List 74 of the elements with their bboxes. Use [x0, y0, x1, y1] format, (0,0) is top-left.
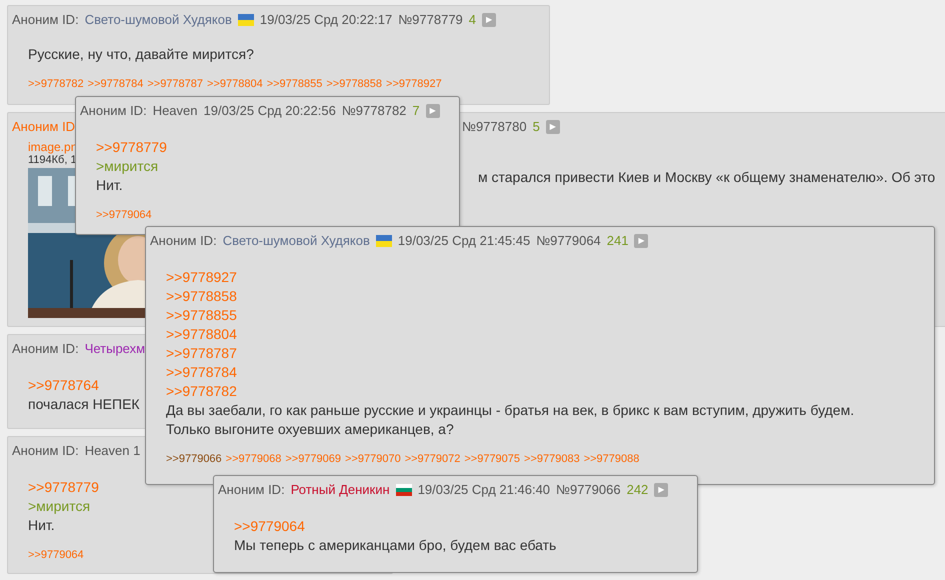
post-number[interactable]: №9778780: [462, 119, 527, 134]
backlink[interactable]: >>9779068: [226, 453, 282, 465]
quote-text: >мирится: [28, 497, 90, 516]
reply-link[interactable]: >>9779064: [234, 517, 305, 536]
poster-id: Аноним ID: [12, 119, 76, 134]
backlink[interactable]: >>9778855: [266, 78, 322, 90]
post-date: 19/03/25 Срд 20:22:56: [204, 103, 336, 118]
post-index: 5: [532, 119, 540, 134]
post-index: 4: [468, 12, 476, 27]
post-text: Только выгоните охуевших американцев, а?: [166, 420, 454, 439]
reply-link[interactable]: >>9778855: [166, 306, 237, 325]
backlink[interactable]: >>9779069: [285, 453, 342, 465]
author-label: Аноним ID:: [150, 233, 217, 248]
post-number[interactable]: №9779064: [536, 233, 601, 248]
author-label: Аноним ID:: [12, 12, 79, 27]
poster-id: Heaven 1: [84, 443, 140, 458]
backlink[interactable]: >>9778804: [207, 78, 263, 90]
post-date: 19/03/25 Срд 21:45:45: [398, 233, 530, 248]
backlink[interactable]: >>9778787: [147, 78, 204, 90]
reply-link[interactable]: >>9778779: [28, 478, 99, 497]
play-button[interactable]: ▶: [654, 482, 668, 496]
reply-link[interactable]: >>9778784: [166, 363, 237, 382]
post-text: Нит.: [28, 516, 55, 535]
post-date: 19/03/25 Срд 21:46:40: [418, 482, 550, 497]
backlink[interactable]: >>9779066: [166, 453, 222, 465]
poster-id: Ротный Деникин: [290, 482, 390, 497]
backlink[interactable]: >>9779064: [28, 549, 84, 561]
backlink[interactable]: >>9779070: [345, 453, 401, 465]
play-button[interactable]: ▶: [634, 234, 648, 248]
backlink[interactable]: >>9779064: [96, 209, 152, 221]
flag-icon: [396, 484, 412, 496]
backlink[interactable]: >>9778858: [326, 78, 382, 90]
author-label: Аноним ID:: [218, 482, 285, 497]
post-text: м старался привести Киев и Москву «к общему знаменателю». Об это: [478, 168, 936, 187]
poster-id: Свето-шумовой Худяков: [222, 233, 370, 248]
post-index: 242: [626, 482, 648, 497]
post-text: Нит.: [96, 176, 123, 195]
backlink[interactable]: >>9779083: [524, 453, 580, 465]
backlink[interactable]: >>9779088: [584, 453, 640, 465]
poster-id: Heaven: [152, 103, 198, 118]
backlink[interactable]: >>9779072: [404, 453, 460, 465]
flag-icon: [238, 14, 254, 26]
post-date: 19/03/25 Срд 20:22:17: [260, 12, 392, 27]
backlink[interactable]: >>9778927: [386, 78, 442, 90]
post-text: Мы теперь с американцами бро, будем вас ебать: [234, 536, 556, 555]
post-number[interactable]: №9778782: [342, 103, 406, 118]
backlink[interactable]: >>9778782: [28, 78, 84, 90]
play-button[interactable]: ▶: [546, 120, 560, 134]
reply-link[interactable]: >>9778787: [166, 344, 237, 363]
file-link[interactable]: image.pn: [28, 140, 78, 154]
post-index: 7: [412, 103, 420, 118]
reply-link[interactable]: >>9778927: [166, 268, 237, 287]
post-text: почалася НЕПЕК: [28, 395, 140, 414]
post-number[interactable]: №9778779: [398, 12, 463, 27]
author-label: Аноним ID:: [12, 443, 79, 458]
play-button[interactable]: ▶: [426, 104, 440, 118]
post-text: Да вы заебали, го как раньше русские и украинцы - братья на век, в брикс к вам вступим, дружить будем.: [166, 401, 854, 420]
reply-link[interactable]: >>9778782: [166, 382, 237, 401]
post-text: Русские, ну что, давайте мирится?: [28, 45, 254, 64]
quote-text: >мирится: [96, 157, 158, 176]
reply-link[interactable]: >>9778858: [166, 287, 237, 306]
backlink[interactable]: >>9779075: [464, 453, 520, 465]
reply-link[interactable]: >>9778764: [28, 376, 99, 395]
poster-id: Четырехм: [84, 341, 146, 356]
author-label: Аноним ID:: [12, 341, 79, 356]
post-number[interactable]: №9779066: [556, 482, 621, 497]
reply-link[interactable]: >>9778779: [96, 138, 167, 157]
backlink[interactable]: >>9778784: [88, 78, 144, 90]
post-index: 241: [606, 233, 628, 248]
flag-icon: [376, 234, 392, 246]
poster-id: Свето-шумовой Худяков: [84, 12, 232, 27]
author-label: Аноним ID:: [80, 103, 147, 118]
reply-link[interactable]: >>9778804: [166, 325, 237, 344]
play-button[interactable]: ▶: [482, 12, 496, 26]
